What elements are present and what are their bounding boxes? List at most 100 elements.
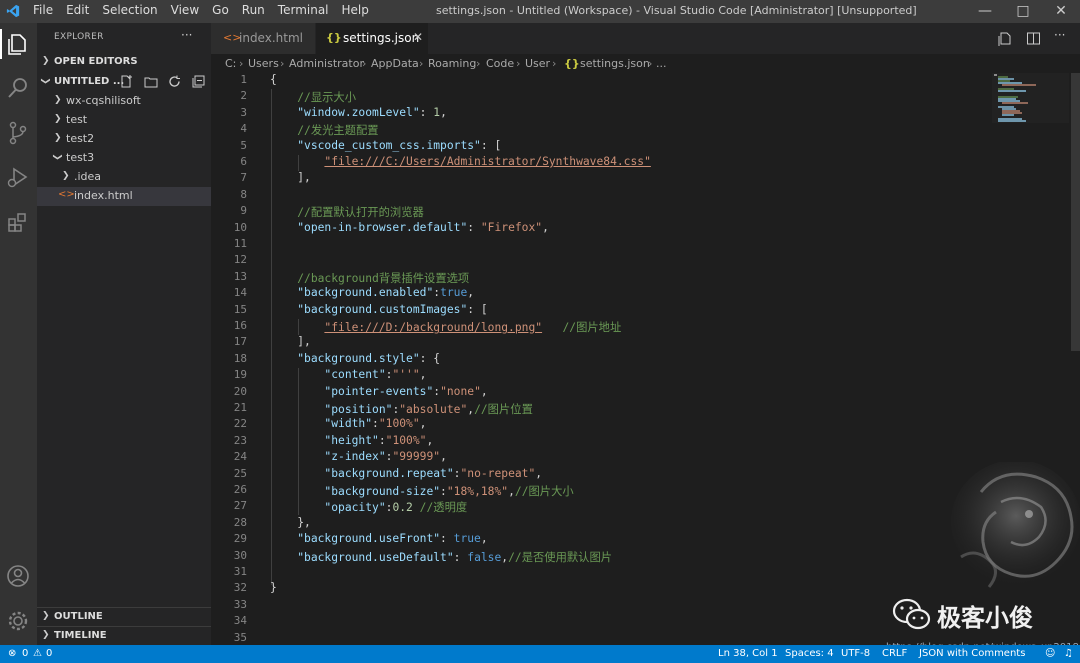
timeline-section[interactable]: ❯ TIMELINE bbox=[37, 626, 211, 645]
settings-gear-icon[interactable] bbox=[5, 608, 31, 634]
tree-folder-test2[interactable]: ❯ test2 bbox=[37, 130, 211, 149]
chevron-right-icon: › bbox=[362, 57, 367, 70]
menu-file[interactable]: File bbox=[33, 3, 53, 17]
code-line-14: "background.enabled":true, bbox=[297, 286, 475, 300]
menu-go[interactable]: Go bbox=[212, 3, 229, 17]
chevron-right-icon: › bbox=[476, 57, 481, 70]
error-icon[interactable]: ⊗ bbox=[8, 648, 16, 659]
editor-scrollbar[interactable] bbox=[1071, 73, 1080, 351]
extensions-icon[interactable] bbox=[5, 209, 31, 235]
more-actions-icon[interactable]: ··· bbox=[1054, 28, 1065, 42]
outline-label: OUTLINE bbox=[54, 611, 103, 622]
minimize-button[interactable]: — bbox=[977, 3, 993, 19]
line-number: 5 bbox=[240, 138, 247, 152]
menu-help[interactable]: Help bbox=[342, 3, 369, 17]
open-changes-icon[interactable] bbox=[998, 31, 1013, 46]
cursor-position[interactable]: Ln 38, Col 1 bbox=[718, 648, 778, 659]
line-number: 14 bbox=[233, 286, 247, 300]
split-editor-icon[interactable] bbox=[1026, 31, 1041, 46]
new-file-icon[interactable] bbox=[120, 75, 133, 88]
breadcrumb-item[interactable]: Administrator bbox=[289, 57, 364, 70]
code-line-4: //发光主题配置 bbox=[297, 124, 379, 138]
close-tab-icon[interactable]: ✕ bbox=[413, 30, 423, 44]
account-icon[interactable] bbox=[5, 563, 31, 589]
code-line-21: "position":"absolute",//图片位置 bbox=[324, 403, 533, 416]
run-debug-icon[interactable] bbox=[5, 164, 31, 190]
outline-section[interactable]: ❯ OUTLINE bbox=[37, 607, 211, 626]
tree-folder-test[interactable]: ❯ test bbox=[37, 111, 211, 130]
line-number: 15 bbox=[233, 302, 247, 316]
more-actions-icon[interactable]: ··· bbox=[181, 28, 192, 42]
tree-folder-wx-cqshilisoft[interactable]: ❯ wx-cqshilisoft bbox=[37, 92, 211, 111]
breadcrumb-item[interactable]: settings.json bbox=[580, 57, 650, 70]
tree-item-label: .idea bbox=[74, 170, 102, 183]
refresh-icon[interactable] bbox=[168, 75, 181, 88]
watermark: 极客小俊 bbox=[892, 596, 1052, 636]
source-control-icon[interactable] bbox=[5, 120, 31, 146]
breadcrumb-item[interactable]: AppData bbox=[371, 57, 419, 70]
collapse-all-icon[interactable] bbox=[192, 75, 205, 88]
line-number: 6 bbox=[240, 155, 247, 168]
error-count[interactable]: 0 bbox=[22, 648, 28, 659]
code-line-19: "content":"''", bbox=[324, 368, 427, 382]
chevron-right-icon: ❯ bbox=[54, 114, 62, 124]
tab-label: settings.json bbox=[343, 31, 420, 45]
line-number: 35 bbox=[233, 630, 247, 644]
tab-settings-json[interactable]: {} settings.json ✕ bbox=[316, 23, 428, 54]
search-icon[interactable] bbox=[5, 75, 31, 101]
code-line-9: //配置默认打开的浏览器 bbox=[297, 206, 424, 220]
tree-file-index-html[interactable]: <> index.html bbox=[37, 187, 211, 206]
language-mode[interactable]: JSON with Comments bbox=[919, 648, 1025, 659]
wechat-logo-icon bbox=[892, 598, 931, 630]
line-number: 17 bbox=[233, 335, 247, 349]
line-number: 8 bbox=[240, 187, 247, 201]
indentation[interactable]: Spaces: 4 bbox=[785, 648, 834, 659]
code-editor[interactable]: 1 2 3 4 5 6 7 8 9 10 11 12 13 14 15 16 17 18 19 20 21 22 23 24 2… bbox=[211, 73, 1080, 645]
tree-folder-idea[interactable]: ❯ .idea bbox=[37, 168, 211, 187]
feedback-icon[interactable]: ☺ bbox=[1045, 648, 1055, 659]
warning-count[interactable]: 0 bbox=[46, 648, 52, 659]
workspace-label: UNTITLED ... bbox=[54, 76, 125, 87]
breadcrumb-item[interactable]: Roaming bbox=[428, 57, 476, 70]
tab-index-html[interactable]: <> index.html bbox=[211, 23, 315, 54]
minimap[interactable] bbox=[992, 73, 1069, 123]
warning-icon[interactable]: ⚠ bbox=[33, 648, 42, 659]
code-line-15: "background.customImages": [ bbox=[297, 302, 488, 316]
timeline-label: TIMELINE bbox=[54, 630, 107, 641]
maximize-button[interactable]: □ bbox=[1015, 3, 1031, 19]
breadcrumb-item[interactable]: ... bbox=[656, 57, 667, 70]
menu-selection[interactable]: Selection bbox=[102, 3, 157, 17]
line-number: 34 bbox=[233, 614, 247, 628]
explorer-icon[interactable] bbox=[5, 31, 31, 57]
line-number: 13 bbox=[233, 269, 247, 283]
menu-run[interactable]: Run bbox=[242, 3, 265, 17]
watermark-brand: 极客小俊 bbox=[937, 604, 1033, 632]
breadcrumb-item[interactable]: User bbox=[525, 57, 550, 70]
new-folder-icon[interactable] bbox=[144, 75, 158, 88]
tree-item-label: wx-cqshilisoft bbox=[66, 94, 141, 107]
menu-edit[interactable]: Edit bbox=[66, 3, 89, 17]
workspace-section[interactable]: ❯ UNTITLED ... bbox=[37, 73, 211, 92]
code-line-32: } bbox=[270, 581, 277, 595]
line-number: 16 bbox=[233, 319, 247, 332]
tree-item-label: test bbox=[66, 113, 88, 126]
line-number: 18 bbox=[233, 351, 247, 365]
menu-terminal[interactable]: Terminal bbox=[278, 3, 329, 17]
open-editors-section[interactable]: ❯ OPEN EDITORS bbox=[37, 53, 211, 72]
line-number: 29 bbox=[233, 532, 247, 546]
line-number: 28 bbox=[233, 515, 247, 529]
code-line-13: //background背景插件设置选项 bbox=[297, 271, 470, 285]
tree-folder-test3[interactable]: ❯ test3 bbox=[37, 149, 211, 168]
menu-view[interactable]: View bbox=[171, 3, 199, 17]
chevron-right-icon: › bbox=[239, 57, 244, 70]
explorer-sidebar: EXPLORER ··· ❯ OPEN EDITORS ❯ UNTITLED .… bbox=[37, 23, 211, 645]
close-window-button[interactable]: ✕ bbox=[1053, 3, 1069, 19]
breadcrumb-item[interactable]: Code bbox=[486, 57, 514, 70]
notifications-bell-icon[interactable]: ♫ bbox=[1064, 648, 1073, 659]
breadcrumb-item[interactable]: C: bbox=[225, 57, 236, 70]
line-number: 25 bbox=[233, 466, 247, 480]
encoding[interactable]: UTF-8 bbox=[841, 648, 870, 659]
line-endings[interactable]: CRLF bbox=[882, 648, 907, 659]
breadcrumb-item[interactable]: Users bbox=[248, 57, 279, 70]
line-number: 9 bbox=[240, 204, 247, 218]
